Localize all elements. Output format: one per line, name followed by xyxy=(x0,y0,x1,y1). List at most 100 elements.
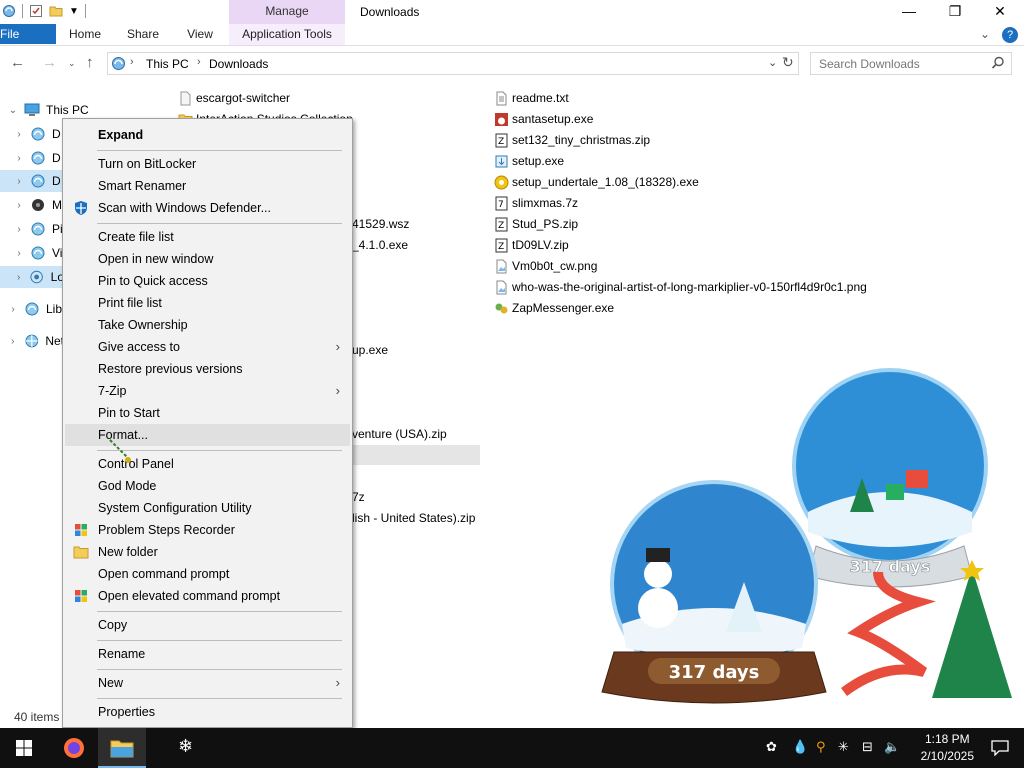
refresh-icon[interactable]: ↻ xyxy=(782,54,794,71)
menu-item-rename[interactable]: Rename xyxy=(65,643,350,665)
list-item[interactable]: lish - United States).zip xyxy=(352,508,475,528)
menu-item-copy[interactable]: Copy xyxy=(65,614,350,636)
snowflake-app-taskbar-button[interactable]: ❄ xyxy=(162,728,210,768)
list-item[interactable]: Z tD09LV.zip xyxy=(494,235,569,255)
menu-item-print-file-list[interactable]: Print file list xyxy=(65,292,350,314)
menu-item-pin-to-quick-access[interactable]: Pin to Quick access xyxy=(65,270,350,292)
menu-item-open-command-prompt[interactable]: Open command prompt xyxy=(65,563,350,585)
system-clock[interactable]: 1:18 PM 2/10/2025 xyxy=(921,731,974,765)
firefox-taskbar-button[interactable] xyxy=(50,728,98,768)
list-item[interactable]: escargot-switcher xyxy=(178,88,290,108)
nav-item-local-disk[interactable]: › Lo xyxy=(0,266,64,288)
menu-item-pin-to-start[interactable]: Pin to Start xyxy=(65,402,350,424)
properties-icon[interactable] xyxy=(29,4,43,18)
list-item[interactable]: 7 slimxmas.7z xyxy=(494,193,578,213)
list-item[interactable]: venture (USA).zip xyxy=(352,424,447,444)
list-item[interactable]: who-was-the-original-artist-of-long-mark… xyxy=(494,277,867,297)
chevron-right-icon[interactable]: › xyxy=(12,153,26,164)
back-arrow-icon[interactable]: ← xyxy=(10,54,25,71)
chevron-right-icon[interactable]: › xyxy=(12,176,26,187)
customize-toolbar-icon[interactable]: ▼ xyxy=(69,6,79,17)
menu-item-new[interactable]: New › xyxy=(65,672,350,694)
chevron-right-icon[interactable]: › xyxy=(12,224,26,235)
this-pc-icon[interactable] xyxy=(2,4,16,18)
menu-item-god-mode[interactable]: God Mode xyxy=(65,475,350,497)
menu-item-smart-renamer[interactable]: Smart Renamer xyxy=(65,175,350,197)
list-item[interactable]: 41529.wsz xyxy=(352,214,409,234)
expand-ribbon-button[interactable]: ⌄ xyxy=(980,27,990,43)
list-item[interactable]: Z Stud_PS.zip xyxy=(494,214,578,234)
menu-item-turn-on-bitlocker[interactable]: Turn on BitLocker xyxy=(65,153,350,175)
nav-item-drive-3[interactable]: › D xyxy=(0,170,64,192)
tab-file[interactable]: File xyxy=(0,24,56,44)
manage-context-tab-header[interactable]: Manage xyxy=(229,0,345,24)
tray-app-icon[interactable]: ✿ xyxy=(766,739,777,755)
maximize-button[interactable]: ❐ xyxy=(932,0,978,24)
nav-item-drive-1[interactable]: › D xyxy=(0,123,64,145)
breadcrumb-separator-icon[interactable]: › xyxy=(130,56,134,68)
chevron-right-icon[interactable]: › xyxy=(12,129,26,140)
tab-application-tools[interactable]: Application Tools xyxy=(229,24,345,46)
menu-item-scan-with-defender[interactable]: Scan with Windows Defender... xyxy=(65,197,350,219)
menu-item-open-in-new-window[interactable]: Open in new window xyxy=(65,248,350,270)
search-input[interactable]: Search Downloads xyxy=(819,57,920,71)
chevron-right-icon[interactable]: › xyxy=(6,304,20,315)
network-icon[interactable]: ⊟ xyxy=(862,739,873,755)
menu-item-properties[interactable]: Properties xyxy=(65,701,350,723)
nav-item-videos[interactable]: › Vi xyxy=(0,242,64,264)
breadcrumb-separator-icon[interactable]: › xyxy=(197,56,201,68)
nav-item-pictures[interactable]: › Pi xyxy=(0,218,64,240)
file-explorer-taskbar-button[interactable] xyxy=(98,728,146,768)
menu-item-give-access-to[interactable]: Give access to › xyxy=(65,336,350,358)
close-button[interactable]: ✕ xyxy=(977,0,1023,24)
nav-item-libraries[interactable]: › Lib xyxy=(0,298,64,320)
breadcrumb-this-pc[interactable]: This PC xyxy=(146,57,189,71)
search-icon[interactable] xyxy=(991,56,1005,70)
menu-item-restore-previous-versions[interactable]: Restore previous versions xyxy=(65,358,350,380)
menu-item-7-zip[interactable]: 7-Zip › xyxy=(65,380,350,402)
menu-item-expand[interactable]: Expand xyxy=(65,124,350,146)
forward-arrow-icon[interactable]: → xyxy=(42,54,57,71)
chevron-right-icon[interactable]: › xyxy=(12,272,25,283)
tray-droplet-icon[interactable]: 💧 xyxy=(792,739,808,755)
chevron-right-icon[interactable]: › xyxy=(12,248,26,259)
tab-view[interactable]: View xyxy=(178,24,222,46)
new-folder-icon[interactable] xyxy=(49,4,63,18)
tray-snowflake-icon[interactable]: ✳ xyxy=(838,739,849,755)
action-center-button[interactable] xyxy=(976,728,1024,768)
menu-item-problem-steps-recorder[interactable]: Problem Steps Recorder xyxy=(65,519,350,541)
nav-item-drive-2[interactable]: › D xyxy=(0,147,64,169)
menu-item-open-elevated-command-prompt[interactable]: Open elevated command prompt xyxy=(65,585,350,607)
up-arrow-icon[interactable]: ↑ xyxy=(86,54,94,71)
breadcrumb-downloads[interactable]: Downloads xyxy=(209,57,268,71)
nav-item-network[interactable]: › Net xyxy=(0,330,64,352)
search-box[interactable]: Search Downloads xyxy=(810,52,1012,75)
list-item[interactable]: _4.1.0.exe xyxy=(352,235,408,255)
minimize-button[interactable]: — xyxy=(886,0,932,24)
chevron-right-icon[interactable]: › xyxy=(6,336,20,347)
menu-item-create-file-list[interactable]: Create file list xyxy=(65,226,350,248)
list-item[interactable]: up.exe xyxy=(352,340,388,360)
address-bar[interactable]: › This PC › Downloads ⌄ xyxy=(107,52,799,75)
recent-locations-chevron-icon[interactable]: ⌄ xyxy=(68,58,76,69)
address-dropdown-icon[interactable]: ⌄ xyxy=(768,56,777,69)
menu-item-system-configuration-utility[interactable]: System Configuration Utility xyxy=(65,497,350,519)
chevron-down-icon[interactable]: ⌄ xyxy=(6,105,20,116)
list-item[interactable]: setup_undertale_1.08_(18328).exe xyxy=(494,172,699,192)
list-item[interactable]: santasetup.exe xyxy=(494,109,593,129)
list-item[interactable]: Z set132_tiny_christmas.zip xyxy=(494,130,650,150)
help-button[interactable]: ? xyxy=(1002,27,1018,43)
volume-muted-icon[interactable]: 🔈 xyxy=(884,739,900,755)
start-button[interactable] xyxy=(0,728,48,768)
list-item[interactable]: readme.txt xyxy=(494,88,569,108)
list-item[interactable]: 7z xyxy=(352,487,365,507)
menu-item-take-ownership[interactable]: Take Ownership xyxy=(65,314,350,336)
list-item[interactable]: ZapMessenger.exe xyxy=(494,298,614,318)
list-item[interactable]: setup.exe xyxy=(494,151,564,171)
tab-share[interactable]: Share xyxy=(120,24,166,46)
tray-search-icon[interactable]: ⚲ xyxy=(816,739,826,755)
nav-item-music[interactable]: › M xyxy=(0,194,64,216)
list-item[interactable]: Vm0b0t_cw.png xyxy=(494,256,597,276)
tab-home[interactable]: Home xyxy=(62,24,108,46)
menu-item-new-folder[interactable]: New folder xyxy=(65,541,350,563)
